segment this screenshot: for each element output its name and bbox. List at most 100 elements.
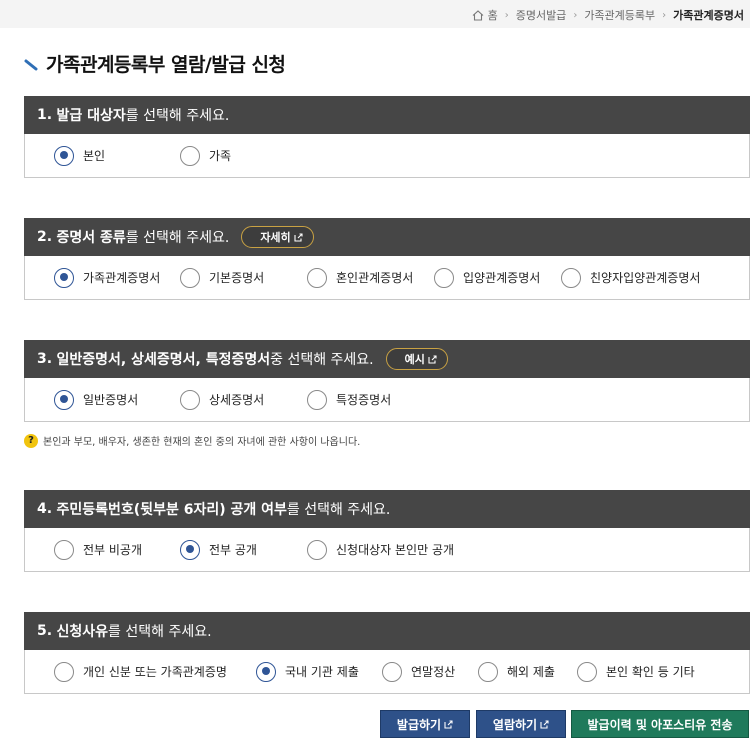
radio-unselected[interactable] bbox=[434, 267, 454, 288]
option-full-adoption[interactable]: 친양자입양관계증명서 bbox=[561, 267, 701, 288]
section-header: 3. 일반증명서, 상세증명서, 특정증명서 중 선택해 주세요. 예시 bbox=[24, 340, 750, 378]
option-group: 개인 신분 또는 가족관계증명 국내 기관 제출 연말정산 해외 제출 본인 확… bbox=[24, 650, 750, 694]
section-keyword: 일반증명서, 상세증명서, 특정증명서 bbox=[56, 352, 271, 368]
radio-unselected[interactable] bbox=[307, 539, 327, 560]
details-button-label: 자세히 bbox=[260, 231, 291, 244]
section-header: 2. 증명서 종류 를 선택해 주세요. 자세히 bbox=[24, 218, 750, 256]
radio-unselected[interactable] bbox=[307, 267, 327, 288]
radio-unselected[interactable] bbox=[54, 661, 74, 682]
page-title: 가족관계등록부 열람/발급 신청 bbox=[24, 50, 286, 77]
radio-unselected[interactable] bbox=[180, 267, 200, 288]
section-keyword: 주민등록번호(뒷부분 6자리) 공개 여부 bbox=[56, 502, 287, 518]
option-overseas[interactable]: 해외 제출 bbox=[478, 661, 577, 682]
breadcrumb: 홈 › 증명서발급 › 가족관계등록부 › 가족관계증명서 bbox=[472, 7, 744, 23]
breadcrumb-certificate[interactable]: 증명서발급 bbox=[516, 7, 567, 23]
radio-unselected[interactable] bbox=[307, 389, 327, 410]
section-header: 4. 주민등록번호(뒷부분 6자리) 공개 여부 를 선택해 주세요. bbox=[24, 490, 750, 528]
option-all-hidden[interactable]: 전부 비공개 bbox=[54, 539, 180, 560]
option-self-only[interactable]: 신청대상자 본인만 공개 bbox=[307, 539, 454, 560]
option-label: 해외 제출 bbox=[507, 665, 555, 679]
option-adoption[interactable]: 입양관계증명서 bbox=[434, 267, 561, 288]
example-button[interactable]: 예시 bbox=[385, 348, 448, 370]
section-keyword: 발급 대상자 bbox=[56, 108, 126, 124]
view-button[interactable]: 열람하기 bbox=[476, 710, 566, 738]
section-id-disclosure: 4. 주민등록번호(뒷부분 6자리) 공개 여부 를 선택해 주세요. 전부 비공… bbox=[24, 490, 750, 572]
option-label: 본인 확인 등 기타 bbox=[606, 665, 695, 679]
external-link-icon bbox=[444, 719, 453, 729]
home-icon[interactable] bbox=[472, 9, 484, 21]
option-label: 친양자입양관계증명서 bbox=[590, 271, 701, 285]
issue-button[interactable]: 발급하기 bbox=[380, 710, 470, 738]
radio-selected[interactable] bbox=[54, 145, 74, 166]
section-instruction: 중 선택해 주세요. bbox=[270, 352, 374, 368]
help-note-text: 본인과 부모, 배우자, 생존한 현재의 혼인 중의 자녀에 관한 사항이 나옵… bbox=[43, 437, 361, 448]
option-group: 가족관계증명서 기본증명서 혼인관계증명서 입양관계증명서 친양자입양관계증명서 bbox=[24, 256, 750, 300]
option-label: 상세증명서 bbox=[209, 393, 265, 407]
option-all-shown[interactable]: 전부 공개 bbox=[180, 539, 307, 560]
option-domestic[interactable]: 국내 기관 제출 bbox=[256, 661, 382, 682]
section-certificate-type: 2. 증명서 종류 를 선택해 주세요. 자세히 가족관계증명서 기본증명서 혼인… bbox=[24, 218, 750, 300]
option-family[interactable]: 가족 bbox=[180, 145, 231, 166]
issue-button-label: 발급하기 bbox=[396, 717, 442, 732]
section-number: 4. bbox=[37, 501, 53, 517]
radio-unselected[interactable] bbox=[180, 145, 200, 166]
option-group: 전부 비공개 전부 공개 신청대상자 본인만 공개 bbox=[24, 528, 750, 572]
help-icon: ? bbox=[24, 433, 38, 448]
option-general[interactable]: 일반증명서 bbox=[54, 389, 180, 410]
option-basic[interactable]: 기본증명서 bbox=[180, 267, 307, 288]
section-target: 1. 발급 대상자 를 선택해 주세요. 본인 가족 bbox=[24, 96, 750, 178]
section-keyword: 신청사유 bbox=[56, 624, 109, 640]
radio-unselected[interactable] bbox=[561, 267, 581, 288]
option-tax[interactable]: 연말정산 bbox=[382, 661, 478, 682]
section-number: 3. bbox=[37, 351, 53, 367]
option-label: 일반증명서 bbox=[83, 393, 139, 407]
option-label: 입양관계증명서 bbox=[463, 271, 541, 285]
radio-unselected[interactable] bbox=[180, 389, 200, 410]
radio-unselected[interactable] bbox=[54, 539, 74, 560]
radio-selected[interactable] bbox=[54, 267, 74, 288]
option-label: 연말정산 bbox=[411, 665, 456, 679]
option-specific[interactable]: 특정증명서 bbox=[307, 389, 392, 410]
history-apostille-button[interactable]: 발급이력 및 아포스티유 전송 bbox=[571, 710, 749, 738]
section-instruction: 를 선택해 주세요. bbox=[125, 108, 230, 124]
radio-unselected[interactable] bbox=[382, 661, 402, 682]
page-title-text: 가족관계등록부 열람/발급 신청 bbox=[46, 54, 286, 76]
option-label: 가족관계증명서 bbox=[83, 271, 161, 285]
section-number: 2. bbox=[37, 229, 53, 245]
chevron-right-icon: › bbox=[573, 9, 578, 21]
option-group: 일반증명서 상세증명서 특정증명서 bbox=[24, 378, 750, 422]
external-link-icon bbox=[428, 354, 437, 364]
breadcrumb-family-registry[interactable]: 가족관계등록부 bbox=[584, 7, 655, 23]
option-label: 개인 신분 또는 가족관계증명 bbox=[83, 665, 227, 679]
view-button-label: 열람하기 bbox=[492, 717, 538, 732]
option-label: 기본증명서 bbox=[209, 271, 265, 285]
details-button[interactable]: 자세히 bbox=[241, 226, 314, 248]
option-label: 전부 공개 bbox=[209, 543, 257, 557]
option-label: 전부 비공개 bbox=[83, 543, 143, 557]
section-number: 1. bbox=[37, 107, 53, 123]
chevron-right-icon: › bbox=[662, 9, 667, 21]
option-detailed[interactable]: 상세증명서 bbox=[180, 389, 307, 410]
external-link-icon bbox=[294, 232, 303, 242]
example-button-label: 예시 bbox=[404, 353, 425, 366]
help-note: ? 본인과 부모, 배우자, 생존한 현재의 혼인 중의 자녀에 관한 사항이 … bbox=[24, 433, 360, 448]
option-other[interactable]: 본인 확인 등 기타 bbox=[577, 661, 695, 682]
chevron-right-icon: › bbox=[504, 9, 509, 21]
section-instruction: 를 선택해 주세요. bbox=[108, 624, 212, 640]
history-button-label: 발급이력 및 아포스티유 전송 bbox=[587, 717, 733, 732]
option-marriage[interactable]: 혼인관계증명서 bbox=[307, 267, 434, 288]
radio-selected[interactable] bbox=[180, 539, 200, 560]
radio-selected[interactable] bbox=[54, 389, 74, 410]
title-mark-icon bbox=[24, 57, 38, 71]
radio-selected[interactable] bbox=[256, 661, 276, 682]
section-header: 5. 신청사유 를 선택해 주세요. bbox=[24, 612, 750, 650]
option-label: 특정증명서 bbox=[336, 393, 392, 407]
breadcrumb-home[interactable]: 홈 bbox=[488, 7, 498, 23]
breadcrumb-current: 가족관계증명서 bbox=[673, 9, 744, 22]
section-certificate-scope: 3. 일반증명서, 상세증명서, 특정증명서 중 선택해 주세요. 예시 일반증… bbox=[24, 340, 750, 422]
option-self[interactable]: 본인 bbox=[54, 145, 180, 166]
option-family-relation[interactable]: 가족관계증명서 bbox=[54, 267, 180, 288]
radio-unselected[interactable] bbox=[577, 661, 597, 682]
radio-unselected[interactable] bbox=[478, 661, 498, 682]
option-identity[interactable]: 개인 신분 또는 가족관계증명 bbox=[54, 661, 256, 682]
